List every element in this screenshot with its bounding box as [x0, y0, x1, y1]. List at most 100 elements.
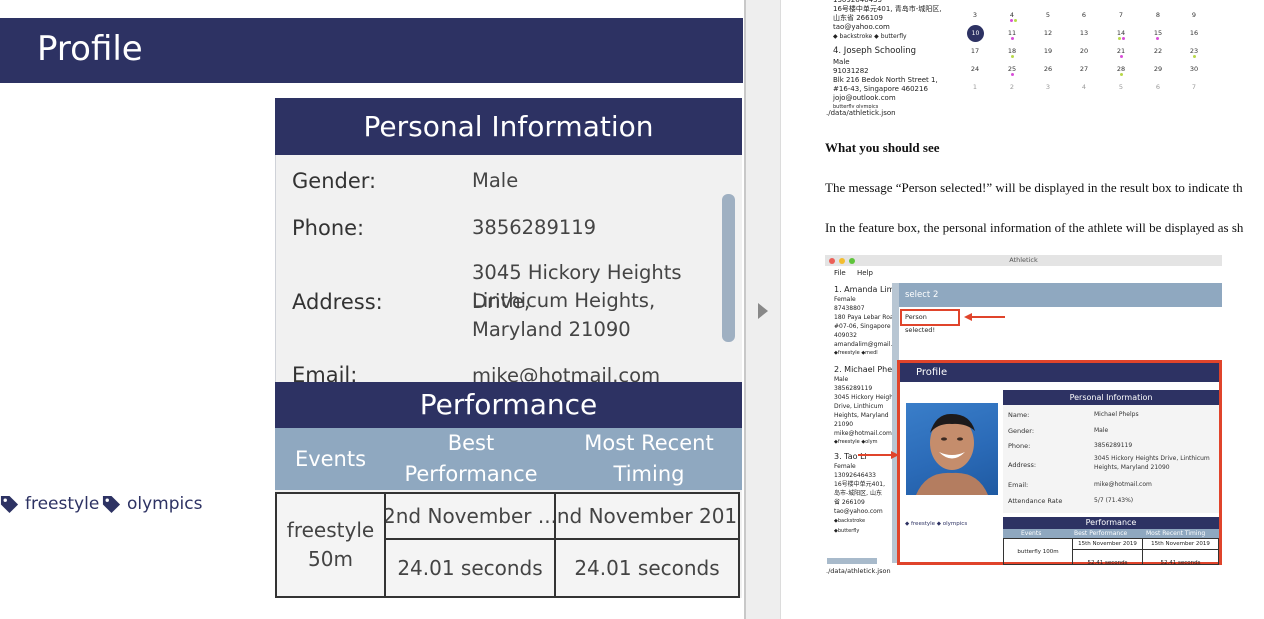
event-dot [1120, 55, 1123, 58]
col-events: Events [294, 446, 367, 471]
calendar-day[interactable]: 6 [1150, 83, 1166, 91]
expand-arrow-icon[interactable] [758, 303, 768, 319]
calendar-day[interactable]: 9 [1186, 11, 1202, 19]
calendar-day[interactable]: 25 [1004, 65, 1020, 73]
calendar-day[interactable]: 4 [1004, 11, 1020, 19]
calendar-day[interactable]: 26 [1040, 65, 1056, 73]
calendar-day[interactable]: 2 [1004, 83, 1020, 91]
mini-list-title-2: 2. Michael Phel [834, 365, 895, 374]
calendar-day[interactable]: 21 [1113, 47, 1129, 55]
calendar-day[interactable]: 7 [1113, 11, 1129, 19]
mini-list-line: Female [834, 463, 856, 470]
calendar-day[interactable]: 18 [1004, 47, 1020, 55]
mini-perf-best-time: 52.41 seconds [1072, 549, 1143, 565]
annotation-arrow [858, 454, 892, 456]
mini-list-tags: ◆butterfly [834, 528, 860, 534]
performance-table: freestyle 50m 2nd November ... 2nd Novemb… [275, 490, 742, 598]
calendar-day[interactable]: 24 [967, 65, 983, 73]
calendar-day[interactable]: 20 [1076, 47, 1092, 55]
mini-profile-title: Profile [900, 363, 1219, 382]
tag-icon [0, 495, 19, 513]
calendar-day[interactable]: 3 [1040, 83, 1056, 91]
col-best-performance: Best Performance [404, 431, 538, 486]
mini-list-line: Female [834, 296, 856, 303]
email-label: Email: [292, 363, 358, 382]
mini-list-line: 3856289119 [834, 385, 873, 392]
event-cell: freestyle 50m [275, 492, 386, 598]
calendar-day[interactable]: 17 [967, 47, 983, 55]
mini-list-line: 180 Paya Lebar Roa [834, 314, 894, 321]
mini-window-title: Athletick [1009, 256, 1038, 264]
mini-list-line: 16号楼中单元401, [834, 481, 885, 488]
mini-pi-label: Phone: [1008, 442, 1031, 450]
calendar-day[interactable]: 1 [967, 83, 983, 91]
tag-freestyle: freestyle [0, 494, 99, 514]
mini-list-title-1: 1. Amanda Lim [834, 285, 895, 294]
zoomed-app-view: Profile Personal Information Gender: Mal… [0, 0, 745, 619]
mini-perf-recent-time: 52.41 seconds [1142, 549, 1219, 565]
profile-title: Profile [37, 29, 143, 69]
mini-list-tags: ◆freestyle ◆olym [834, 439, 878, 445]
paragraph-1: The message “Person selected!” will be d… [825, 180, 1243, 195]
event-dot [1011, 37, 1014, 40]
embedded-screenshot: Athletick File Help 1. Amanda Lim Female… [825, 255, 1222, 575]
event-dot [1011, 73, 1014, 76]
entry3-tags: ◆ backstroke ◆ butterfly [833, 33, 907, 40]
entry3-address: 16号楼中单元401, 青岛市-城阳区, [833, 5, 942, 13]
calendar-day[interactable]: 28 [1113, 65, 1129, 73]
mini-list-tags: ◆backstroke [834, 518, 866, 524]
personal-info-scrollbar-thumb[interactable] [722, 194, 735, 342]
calendar-today[interactable]: 10 [967, 25, 984, 42]
calendar-day[interactable]: 4 [1076, 83, 1092, 91]
mini-titlebar: Athletick [825, 255, 1222, 266]
tag-icon [102, 495, 121, 513]
mini-personal-info-body: Name: Michael Phelps Gender: Male Phone:… [1003, 405, 1219, 513]
mini-col-events: Events [1021, 530, 1042, 537]
calendar-day[interactable]: 3 [967, 11, 983, 19]
mini-col-recent: Most Recent Timing [1146, 530, 1206, 537]
calendar-day[interactable]: 5 [1113, 83, 1129, 91]
mini-menu-file: File [834, 269, 846, 277]
mini-command-box[interactable]: select 2 [899, 283, 1222, 307]
calendar-day[interactable]: 29 [1150, 65, 1166, 73]
calendar-day[interactable]: 5 [1040, 11, 1056, 19]
event-dot [1193, 55, 1196, 58]
calendar-day[interactable]: 19 [1040, 47, 1056, 55]
entry4-phone: 91031282 [833, 67, 869, 75]
event-dot [1122, 37, 1125, 40]
calendar-day[interactable]: 12 [1040, 29, 1056, 37]
event-dot [1011, 55, 1014, 58]
mini-pi-value: mike@hotmail.com [1094, 481, 1152, 488]
arrow-head-icon [964, 313, 972, 321]
calendar-day[interactable]: 27 [1076, 65, 1092, 73]
athlete-photo [906, 403, 998, 495]
mini-col-best: Best Performance [1074, 530, 1128, 537]
calendar-day[interactable]: 7 [1186, 83, 1202, 91]
calendar-day[interactable]: 14 [1113, 29, 1129, 37]
entry4-tags: butterfly olympics [833, 104, 879, 108]
mini-list-line: #07-06, Singapore [834, 323, 891, 330]
tag-icon: ◆ [874, 33, 879, 40]
calendar-day[interactable]: 13 [1076, 29, 1092, 37]
gender-value: Male [472, 169, 519, 192]
calendar-day[interactable]: 22 [1150, 47, 1166, 55]
mini-list-line: 省 266109 [834, 499, 865, 506]
calendar-day[interactable]: 6 [1076, 11, 1092, 19]
calendar-day[interactable]: 30 [1186, 65, 1202, 73]
mini-list-line: amandalim@gmail.c [834, 341, 896, 348]
mini-list-line: 3045 Hickory Heigh [834, 394, 893, 401]
event-dot [1156, 37, 1159, 40]
mini-pi-value: Michael Phelps [1094, 411, 1139, 418]
annotation-arrow [971, 316, 1005, 318]
calendar-day[interactable]: 16 [1186, 29, 1202, 37]
mini-result-message: Person selected! [900, 309, 960, 334]
calendar-day[interactable]: 23 [1186, 47, 1202, 55]
mini-performance-columns: Events Best Performance Most Recent Timi… [1003, 529, 1219, 538]
mini-list-line: 21090 [834, 421, 854, 428]
calendar-day[interactable]: 8 [1150, 11, 1166, 19]
mini-performance-header: Performance [1003, 517, 1219, 529]
calendar-day[interactable]: 11 [1004, 29, 1020, 37]
mini-list-line: Drive, Linthicum [834, 403, 884, 410]
calendar-day[interactable]: 15 [1150, 29, 1166, 37]
mini-menu-help: Help [857, 269, 873, 277]
